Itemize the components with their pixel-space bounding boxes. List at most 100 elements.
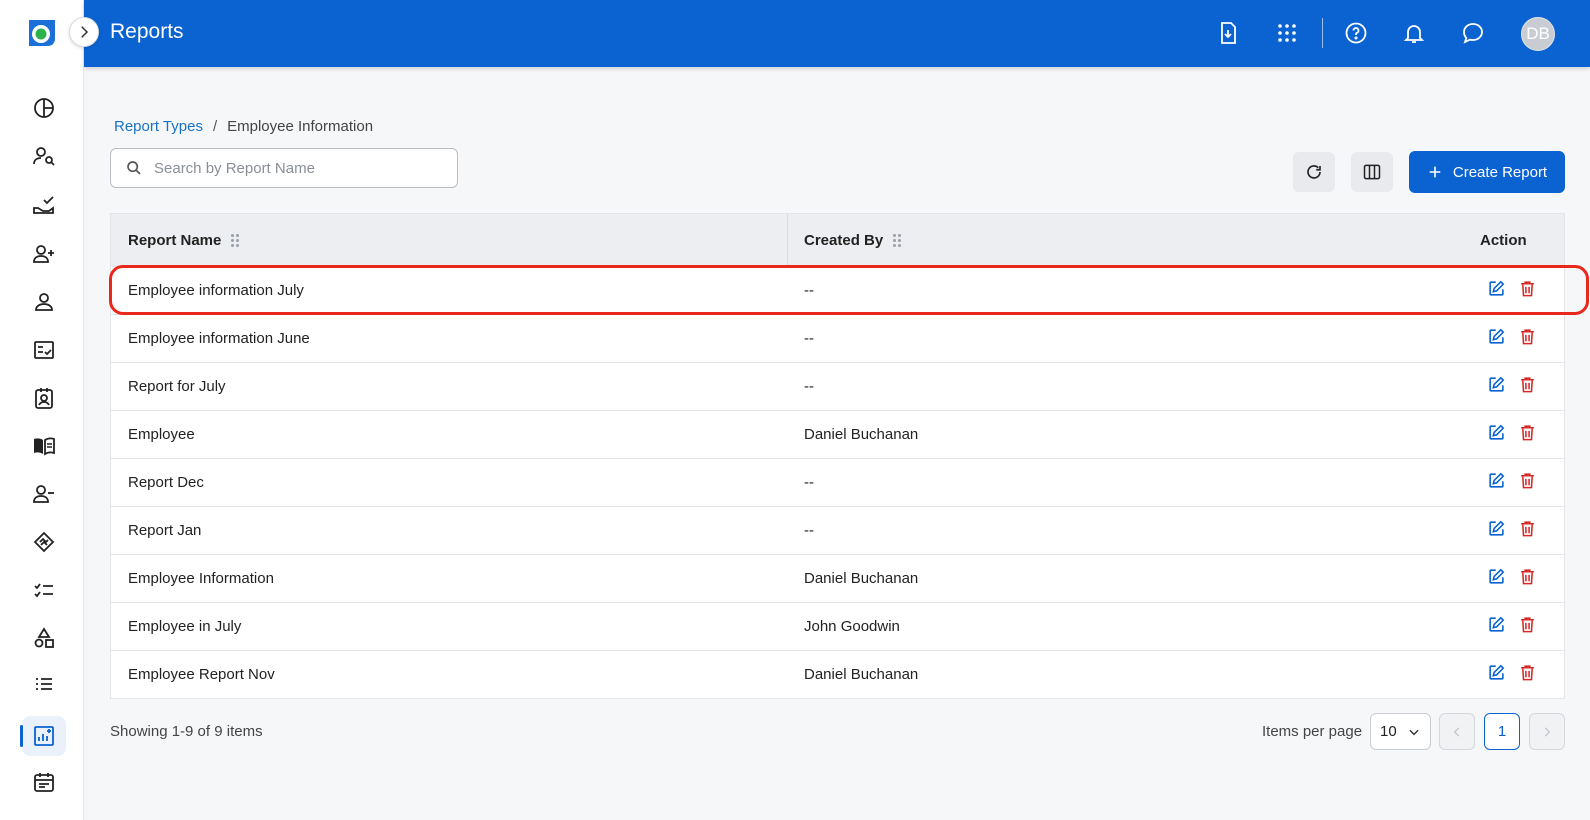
sidebar-item-checklist[interactable] [22,330,66,370]
delete-icon[interactable] [1518,423,1537,446]
actions-cell [1487,315,1537,362]
delete-icon[interactable] [1518,375,1537,398]
sidebar-item-user-add[interactable] [22,234,66,274]
edit-icon[interactable] [1487,327,1506,350]
sidebar-item-shapes[interactable] [22,618,66,658]
toolbar-divider [1322,18,1323,48]
report-name-cell[interactable]: Employee Information [128,555,274,602]
search-input[interactable] [154,159,434,177]
sidebar-item-user-remove[interactable] [22,474,66,514]
table-row[interactable]: Employee in July John Goodwin [111,602,1564,650]
export-button[interactable] [1214,19,1242,47]
dashboard-icon [34,98,54,118]
table-row[interactable]: Report Dec -- [111,458,1564,506]
app-logo-icon[interactable] [25,16,59,50]
actions-cell [1487,411,1537,458]
actions-cell [1487,507,1537,554]
table-row[interactable]: Employee information June -- [111,314,1564,362]
report-name-cell[interactable]: Report for July [128,363,226,410]
id-badge-icon [35,388,53,409]
chevron-right-icon [1544,726,1551,737]
table-row[interactable]: Employee Report Nov Daniel Buchanan [111,650,1564,698]
edit-icon[interactable] [1487,471,1506,494]
sidebar-item-reports[interactable] [20,716,66,756]
actions-cell [1487,603,1537,650]
delete-icon[interactable] [1518,615,1537,638]
list-icon [36,678,52,690]
apps-button[interactable] [1273,19,1301,47]
page-number-button[interactable]: 1 [1484,713,1520,750]
report-name-cell[interactable]: Report Dec [128,459,204,506]
chat-button[interactable] [1459,19,1487,47]
columns-icon [1363,164,1381,180]
edit-icon[interactable] [1487,663,1506,686]
delete-icon[interactable] [1518,327,1537,350]
breadcrumb: Report Types / Employee Information [114,118,373,135]
chat-icon [1463,23,1483,44]
report-name-cell[interactable]: Employee information June [128,315,310,362]
prev-page-button[interactable] [1439,713,1475,750]
sidebar-item-task-list[interactable] [22,570,66,610]
sidebar-item-calendar[interactable] [22,762,66,802]
edit-icon[interactable] [1487,615,1506,638]
column-header-created-by[interactable]: Created By [804,214,902,266]
created-by-cell: -- [804,522,814,539]
help-button[interactable] [1342,19,1370,47]
breadcrumb-current: Employee Information [227,118,374,135]
create-report-button[interactable]: Create Report [1409,151,1565,193]
column-header-label: Report Name [128,231,222,249]
drag-handle-icon[interactable] [893,233,902,247]
table-row[interactable]: Report for July -- [111,362,1564,410]
sidebar-item-user-search[interactable] [22,136,66,176]
edit-icon[interactable] [1487,519,1506,542]
delete-icon[interactable] [1518,567,1537,590]
create-report-label: Create Report [1452,163,1548,181]
delete-icon[interactable] [1518,279,1537,302]
notifications-button[interactable] [1400,19,1428,47]
sidebar-item-user[interactable] [22,282,66,322]
edit-icon[interactable] [1487,423,1506,446]
created-by-cell: -- [804,474,814,491]
column-divider[interactable] [787,214,788,266]
drag-handle-icon[interactable] [231,233,240,247]
sidebar-item-hand-check[interactable] [22,186,66,226]
next-page-button[interactable] [1529,713,1565,750]
report-name-cell[interactable]: Employee Report Nov [128,651,275,698]
delete-icon[interactable] [1518,519,1537,542]
avatar[interactable]: DB [1521,17,1555,51]
report-name-cell[interactable]: Employee information July [128,267,304,314]
column-header-report-name[interactable]: Report Name [128,214,240,266]
delete-icon[interactable] [1518,471,1537,494]
table-row[interactable]: Employee Daniel Buchanan [111,410,1564,458]
items-per-page-select[interactable]: 10 [1370,713,1431,750]
search-icon [127,161,141,175]
book-icon [34,437,55,456]
sidebar-item-dashboard[interactable] [22,88,66,128]
report-name-cell[interactable]: Report Jan [128,507,201,554]
created-by-cell: -- [804,330,814,347]
sidebar-collapse-button[interactable] [69,17,99,47]
columns-button[interactable] [1351,152,1393,192]
table-row[interactable]: Employee information July -- [111,266,1564,314]
sidebar-item-handshake[interactable] [22,522,66,562]
delete-icon[interactable] [1518,663,1537,686]
edit-icon[interactable] [1487,567,1506,590]
actions-cell [1487,651,1537,698]
actions-cell [1487,363,1537,410]
report-name-cell[interactable]: Employee [128,411,195,458]
edit-icon[interactable] [1487,279,1506,302]
column-header-label: Created By [804,231,884,249]
breadcrumb-link-report-types[interactable]: Report Types [114,118,203,135]
user-icon [35,293,53,311]
user-add-icon [33,245,54,263]
refresh-button[interactable] [1293,152,1335,192]
actions-cell [1487,267,1537,314]
sidebar-item-list[interactable] [22,664,66,704]
table-row[interactable]: Report Jan -- [111,506,1564,554]
table-row[interactable]: Employee Information Daniel Buchanan [111,554,1564,602]
report-name-cell[interactable]: Employee in July [128,603,241,650]
sidebar-item-book[interactable] [22,426,66,466]
page-title: Reports [110,20,184,43]
sidebar-item-id-badge[interactable] [22,378,66,418]
edit-icon[interactable] [1487,375,1506,398]
